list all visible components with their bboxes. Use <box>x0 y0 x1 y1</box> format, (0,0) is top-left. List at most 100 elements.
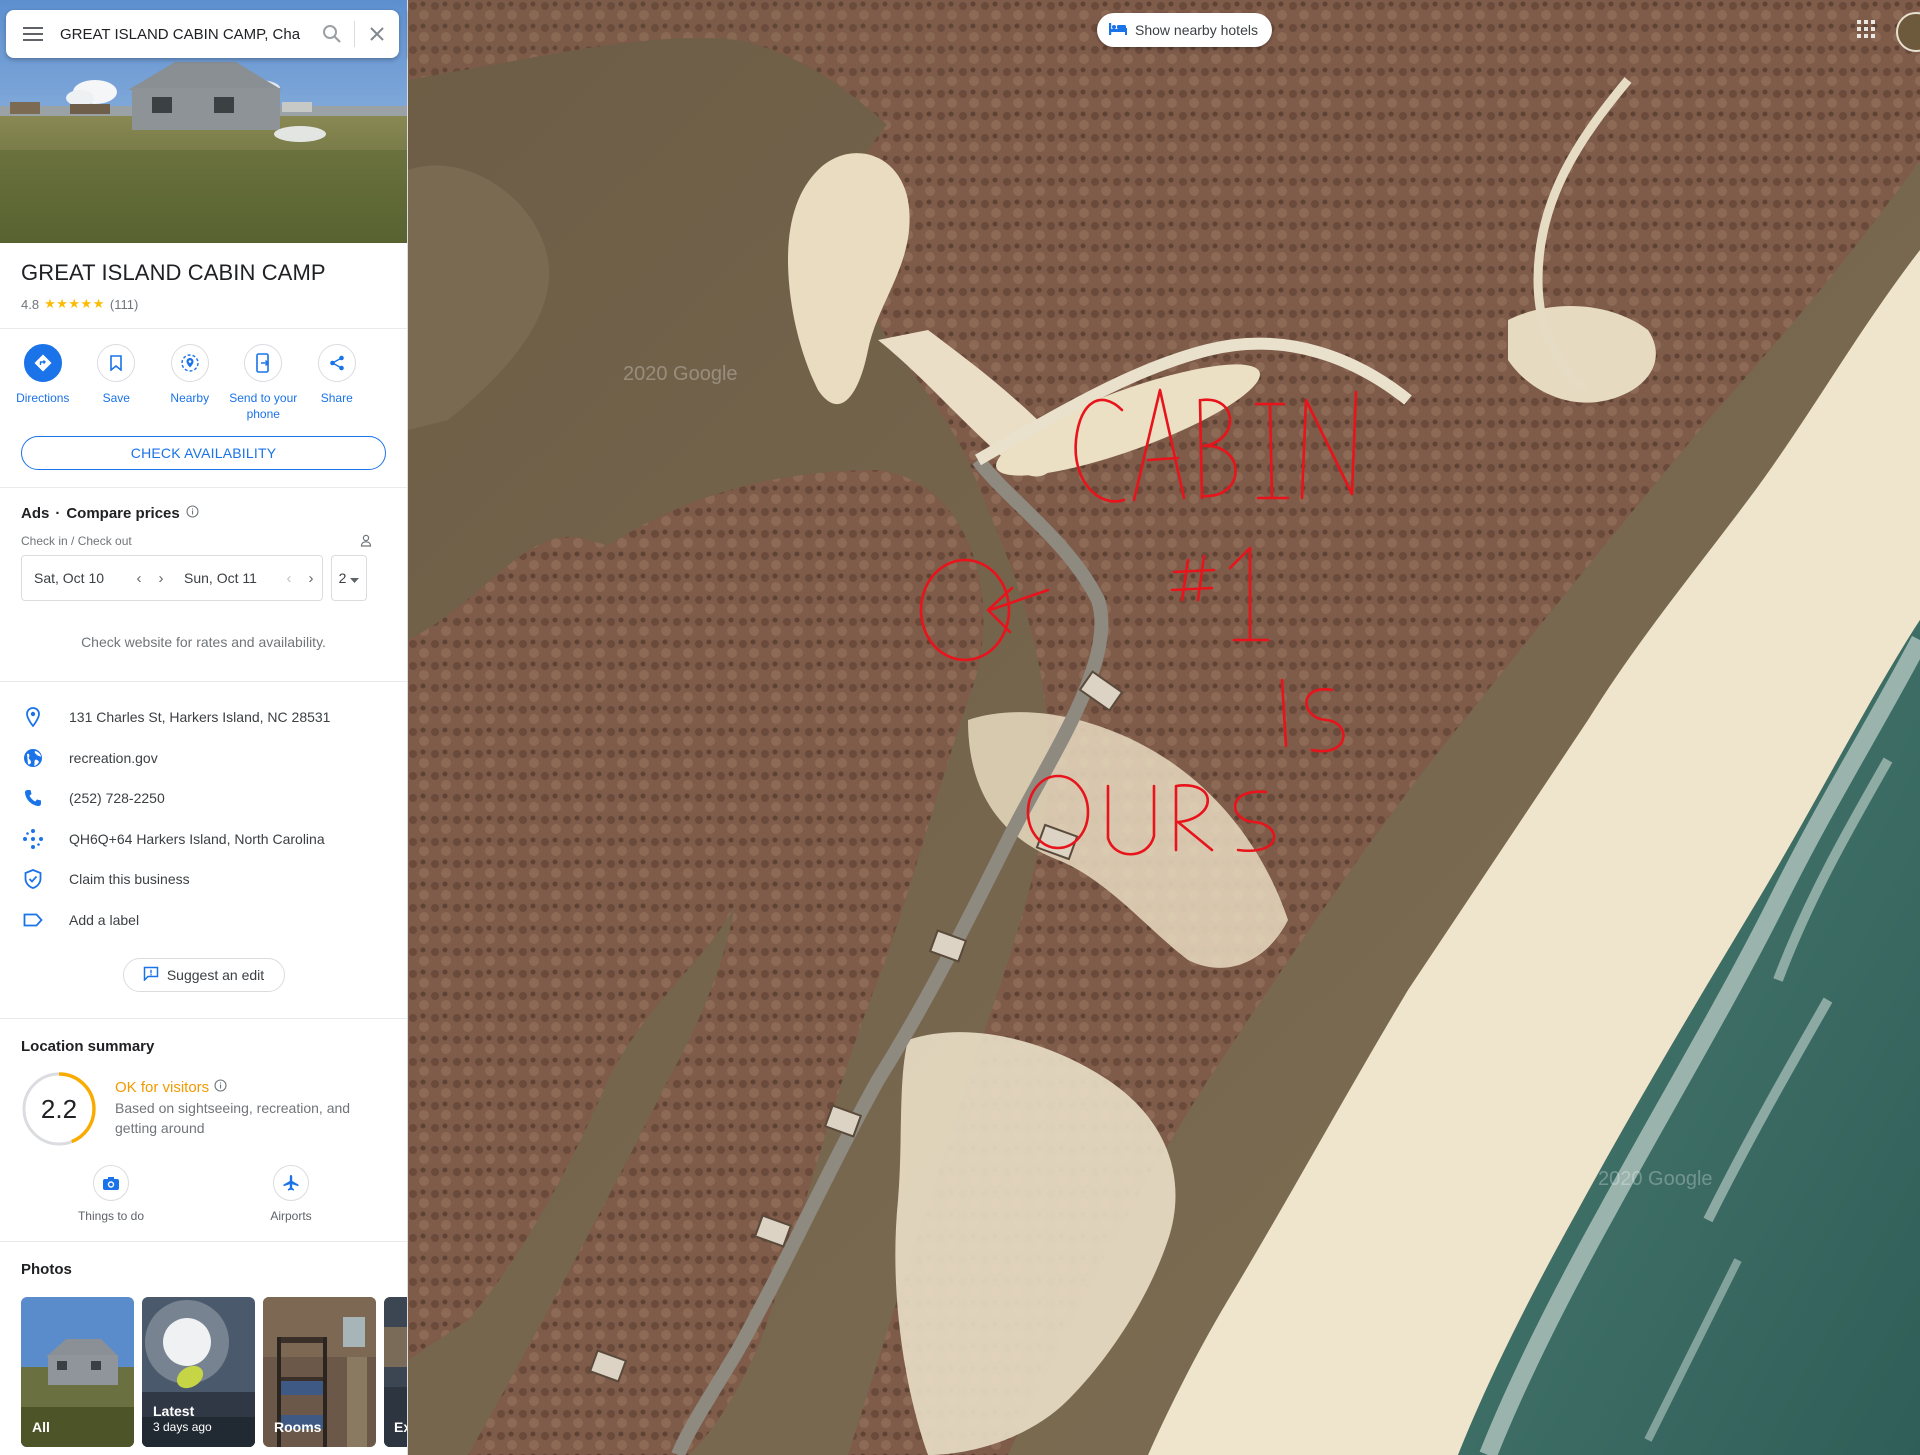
globe-icon <box>21 746 45 770</box>
review-count[interactable]: (111) <box>110 297 138 312</box>
info-icon[interactable] <box>214 1079 227 1096</box>
share-icon <box>317 344 356 382</box>
place-header: GREAT ISLAND CABIN CAMP 4.8 ★★★★★ (111) <box>0 243 407 329</box>
map-watermark: 2020 Google <box>623 363 738 385</box>
directions-button[interactable]: Directions <box>6 344 80 422</box>
show-nearby-hotels-chip[interactable]: Show nearby hotels <box>1097 13 1272 47</box>
label-icon <box>21 908 45 932</box>
compare-prices-title: Compare prices <box>66 505 180 522</box>
edit-flag-icon <box>143 966 159 984</box>
photo-tile-exterior[interactable]: Ex <box>384 1297 407 1447</box>
photo-tile-rooms[interactable]: Rooms <box>263 1297 376 1447</box>
search-input[interactable]: GREAT ISLAND CABIN CAMP, Cha <box>60 26 310 43</box>
send-to-phone-icon <box>244 344 283 382</box>
location-pin-icon <box>21 705 45 729</box>
address-row[interactable]: 131 Charles St, Harkers Island, NC 28531 <box>0 697 407 738</box>
location-score-value: 2.2 <box>40 1094 78 1124</box>
location-score-gauge: 2.2 <box>21 1071 97 1147</box>
nearby-button[interactable]: Nearby <box>153 344 227 422</box>
satellite-map[interactable]: 2020 Google 2020 Google Show nearby hote… <box>408 0 1920 1455</box>
photo-tile-latest[interactable]: Latest 3 days ago <box>142 1297 255 1447</box>
place-info-list: 131 Charles St, Harkers Island, NC 28531… <box>0 682 407 1018</box>
bookmark-icon <box>97 344 136 382</box>
action-bar: Directions Save Nearby Send to your phon… <box>0 329 407 422</box>
guests-dropdown[interactable]: 2 <box>331 555 367 601</box>
photo-tile-exterior-label: Ex <box>394 1419 407 1435</box>
place-sidebar: GREAT ISLAND CABIN CAMP, Cha GREAT ISLAN… <box>0 0 408 1455</box>
apps-grid-icon[interactable] <box>1857 20 1881 44</box>
score-text: OK for visitors Based on sightseeing, re… <box>115 1071 365 1147</box>
ads-label: Ads <box>21 505 50 522</box>
nearby-label: Nearby <box>170 391 210 405</box>
place-title: GREAT ISLAND CABIN CAMP <box>21 260 326 285</box>
chevron-left-icon[interactable]: ‹ <box>128 570 150 587</box>
website-text: recreation.gov <box>69 749 158 766</box>
add-label-row[interactable]: Add a label <box>0 900 407 941</box>
ads-separator: · <box>55 505 61 522</box>
phone-text: (252) 728-2250 <box>69 790 165 807</box>
check-availability-button[interactable]: CHECK AVAILABILITY <box>21 436 386 470</box>
checkout-date-value: Sun, Oct 11 <box>184 570 257 586</box>
address-text: 131 Charles St, Harkers Island, NC 28531 <box>69 709 331 726</box>
checkin-date[interactable]: Sat, Oct 10 ‹ › <box>22 570 172 587</box>
suggest-edit-label: Suggest an edit <box>166 967 265 983</box>
photo-tile-latest-title: Latest <box>153 1403 195 1419</box>
score-description: Based on sightseeing, recreation, and ge… <box>115 1100 351 1136</box>
menu-icon[interactable] <box>6 10 60 58</box>
rates-note: Check website for rates and availability… <box>81 634 326 650</box>
photos-section: Photos All Latest 3 days ago Rooms E <box>0 1242 407 1447</box>
search-icon[interactable] <box>310 10 354 58</box>
photo-strip: All Latest 3 days ago Rooms E <box>21 1297 407 1447</box>
directions-label: Directions <box>16 391 70 405</box>
shield-check-icon <box>21 867 45 891</box>
save-label: Save <box>102 391 130 405</box>
airports-label: Airports <box>270 1209 312 1223</box>
phone-row[interactable]: (252) 728-2250 <box>0 778 407 819</box>
send-to-phone-label: Send to your phone <box>229 391 298 421</box>
website-row[interactable]: recreation.gov <box>0 738 407 779</box>
rating-row[interactable]: 4.8 ★★★★★ (111) <box>21 296 386 312</box>
phone-icon <box>21 786 45 810</box>
close-icon[interactable] <box>355 10 399 58</box>
rating-stars: ★★★★★ <box>44 296 105 311</box>
compare-prices-heading: Ads · Compare prices <box>21 505 386 522</box>
photo-tile-latest-sub: 3 days ago <box>153 1420 212 1434</box>
person-icon <box>360 534 372 550</box>
score-row: 2.2 OK for visitors Based on sightseeing… <box>21 1071 386 1147</box>
date-picker-row: Sat, Oct 10 ‹ › Sun, Oct 11 ‹ › 2 <box>21 555 386 601</box>
score-label-text: OK for visitors <box>115 1079 210 1096</box>
checkin-date-value: Sat, Oct 10 <box>34 570 105 586</box>
airplane-icon <box>273 1165 309 1201</box>
save-button[interactable]: Save <box>80 344 154 422</box>
directions-icon <box>23 344 62 382</box>
chevron-right-icon[interactable]: › <box>150 570 172 587</box>
score-label[interactable]: OK for visitors <box>115 1079 365 1096</box>
things-to-do-button[interactable]: Things to do <box>21 1165 201 1223</box>
airports-button[interactable]: Airports <box>201 1165 381 1223</box>
claim-business-row[interactable]: Claim this business <box>0 859 407 900</box>
share-button[interactable]: Share <box>300 344 374 422</box>
camera-icon <box>93 1165 129 1201</box>
claim-business-text: Claim this business <box>69 871 190 888</box>
search-box[interactable]: GREAT ISLAND CABIN CAMP, Cha <box>6 10 399 58</box>
plus-code-row[interactable]: QH6Q+64 Harkers Island, North Carolina <box>0 819 407 860</box>
chevron-left-icon[interactable]: ‹ <box>278 570 300 587</box>
add-label-text: Add a label <box>69 911 140 928</box>
location-summary-section: Location summary 2.2 OK for visitors Bas… <box>0 1019 407 1241</box>
map-watermark: 2020 Google <box>1598 1168 1713 1190</box>
suggest-edit-button[interactable]: Suggest an edit <box>122 958 285 992</box>
chevron-right-icon[interactable]: › <box>300 570 322 587</box>
photo-tile-all[interactable]: All <box>21 1297 134 1447</box>
send-to-phone-button[interactable]: Send to your phone <box>227 344 301 422</box>
compare-prices-section: Ads · Compare prices Check in / Check ou… <box>0 488 407 650</box>
rating-value: 4.8 <box>21 296 40 312</box>
place-hero-photo[interactable]: GREAT ISLAND CABIN CAMP, Cha <box>0 0 407 243</box>
plus-code-icon <box>21 827 45 851</box>
info-icon[interactable] <box>186 505 199 522</box>
guests-value: 2 <box>338 570 347 586</box>
checkin-label-row: Check in / Check out <box>21 534 386 550</box>
date-range-picker: Sat, Oct 10 ‹ › Sun, Oct 11 ‹ › <box>21 555 323 601</box>
checkout-date[interactable]: Sun, Oct 11 ‹ › <box>172 570 322 587</box>
satellite-imagery[interactable]: 2020 Google 2020 Google <box>408 0 1920 1455</box>
show-nearby-hotels-label: Show nearby hotels <box>1135 22 1258 38</box>
